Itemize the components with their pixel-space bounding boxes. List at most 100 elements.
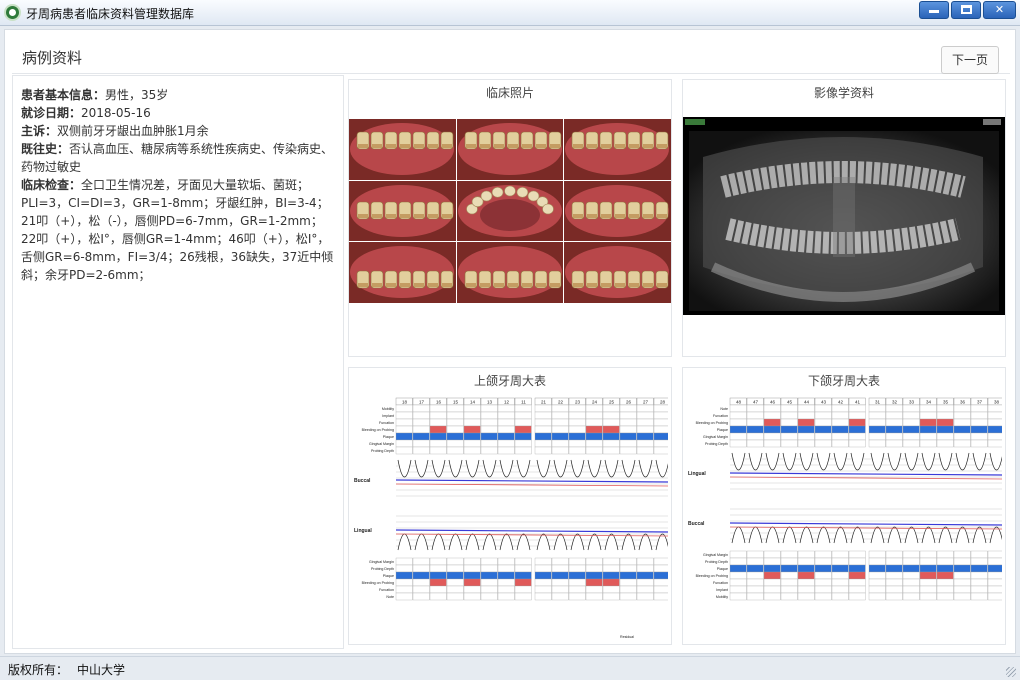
lower-periodontal-chart[interactable]: 48 47 46 45 44 43 42 41 31 32 33 34 35 36 37 38 Note Furc… <box>686 392 1002 642</box>
tooth-number: 21 <box>541 400 547 405</box>
chart-cell <box>987 578 1002 587</box>
tooth-outline <box>553 459 568 478</box>
chart-cell <box>568 557 586 566</box>
chart-cell <box>497 564 515 573</box>
chart-cell <box>636 571 654 580</box>
tooth-outline <box>604 459 619 478</box>
chart-cell <box>412 585 430 594</box>
patient-info-line: 主诉：双侧前牙牙龈出血肿胀1月余 <box>21 122 335 140</box>
chart-cell <box>585 564 603 573</box>
tooth-outline <box>604 533 619 551</box>
chart-cell <box>619 446 637 455</box>
clinical-photo[interactable] <box>349 242 456 303</box>
tooth-outline <box>904 526 919 544</box>
chart-cell <box>602 557 620 566</box>
tooth-outline <box>516 459 531 478</box>
chart-cell <box>814 578 832 587</box>
chart-cell <box>412 446 430 455</box>
tooth-outline <box>870 452 885 471</box>
chart-cell <box>797 592 815 601</box>
chart-cell <box>970 585 988 594</box>
chart-cell <box>729 557 747 566</box>
resize-grip-icon[interactable] <box>1006 667 1016 677</box>
tooth-number: 22 <box>558 400 564 405</box>
maximize-button[interactable] <box>951 1 981 19</box>
tooth-outline <box>955 526 970 544</box>
chart-row-label: Bleeding on Probing <box>696 421 728 425</box>
chart-cell <box>429 564 447 573</box>
chart-cell <box>797 404 815 413</box>
patient-info-value: 2018-05-16 <box>81 106 151 120</box>
chart-cell <box>551 585 569 594</box>
tooth-outline <box>570 459 585 478</box>
chart-cell <box>919 592 937 601</box>
clinical-photo[interactable] <box>349 180 456 242</box>
chart-cell <box>987 557 1002 566</box>
chart-row-label: Furcation <box>379 588 394 592</box>
close-icon: ✕ <box>994 3 1005 16</box>
close-button[interactable]: ✕ <box>983 1 1016 19</box>
chart-cell <box>763 439 781 448</box>
chart-cell <box>848 592 866 601</box>
chart-cell <box>619 404 637 413</box>
chart-cell <box>619 578 637 587</box>
chart-cell <box>797 432 815 441</box>
clinical-photo[interactable] <box>564 180 671 242</box>
chart-cell <box>568 439 586 448</box>
chart-cell <box>814 592 832 601</box>
chart-cell <box>585 592 603 601</box>
chart-cell <box>885 571 903 580</box>
clinical-photo[interactable] <box>456 242 564 303</box>
chart-cell <box>848 432 866 441</box>
minimize-button[interactable] <box>919 1 949 19</box>
chart-cell <box>814 425 832 434</box>
clinical-photo-graphic <box>564 119 671 180</box>
tooth-outline <box>799 526 814 544</box>
clinical-photo[interactable] <box>564 119 671 180</box>
chart-cell <box>395 585 413 594</box>
chart-cell <box>480 404 498 413</box>
chart-cell <box>729 592 747 601</box>
chart-cell <box>885 411 903 420</box>
tooth-outline <box>938 526 953 544</box>
lower-periodontal-chart-card: 下颌牙周大表 48 47 46 45 44 43 42 41 31 32 33 34 35 36 37 38 N… <box>682 367 1006 645</box>
chart-cell <box>970 432 988 441</box>
chart-cell <box>446 418 464 427</box>
tooth-number: 37 <box>977 400 983 405</box>
chart-cell <box>568 564 586 573</box>
chart-cell <box>797 411 815 420</box>
main-frame: 病例资料 下一页 患者基本信息：男性，35岁 就诊日期：2018-05-16 主诉：… <box>4 29 1016 654</box>
clinical-photo[interactable] <box>349 119 456 180</box>
chart-cell <box>429 578 447 587</box>
chart-cell <box>619 432 637 441</box>
chart-cell <box>446 425 464 434</box>
upper-periodontal-chart[interactable]: 18 17 16 15 14 13 12 11 21 22 23 24 25 26 27 28 Mobility… <box>352 392 668 642</box>
panoramic-xray-image[interactable] <box>683 117 1005 315</box>
chart-cell <box>780 564 798 573</box>
clinical-photo[interactable] <box>564 242 671 303</box>
chart-cell <box>848 550 866 559</box>
clinical-photo[interactable] <box>456 119 564 180</box>
chart-cell <box>797 571 815 580</box>
chart-cell <box>987 592 1002 601</box>
tooth-number: 34 <box>926 400 932 405</box>
clinical-photo[interactable] <box>456 180 564 242</box>
tooth-outline <box>465 533 480 551</box>
imaging-card: 影像学资料 <box>682 79 1006 357</box>
chart-cell <box>868 564 886 573</box>
next-page-button[interactable]: 下一页 <box>941 46 999 74</box>
tooth-number: 16 <box>436 400 442 405</box>
clinical-photo-grid[interactable] <box>349 119 671 303</box>
clinical-photo-title: 临床照片 <box>485 86 534 100</box>
chart-cell <box>868 425 886 434</box>
chart-cell <box>463 418 481 427</box>
chart-cell <box>970 404 988 413</box>
chart-cell <box>763 432 781 441</box>
chart-cell <box>780 550 798 559</box>
tooth-outline <box>499 533 514 551</box>
chart-cell <box>814 571 832 580</box>
chart-cell <box>902 418 920 427</box>
chart-cell <box>746 557 764 566</box>
chart-cell <box>763 571 781 580</box>
chart-cell <box>780 411 798 420</box>
